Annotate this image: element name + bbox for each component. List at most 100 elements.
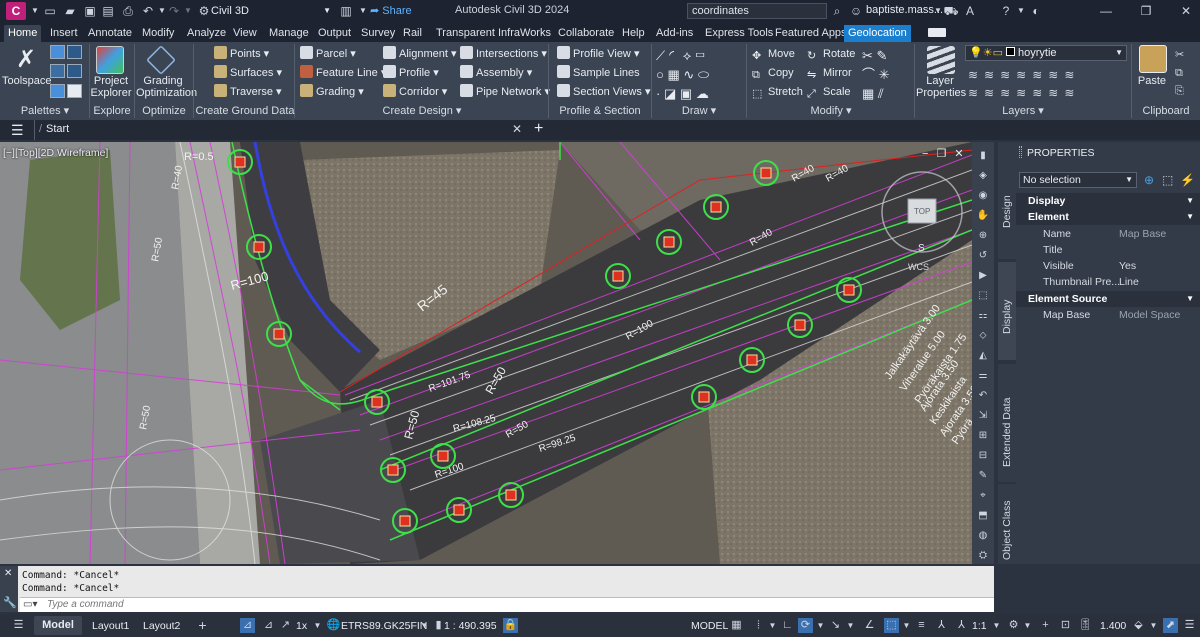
menu-icon[interactable]: ☰: [11, 122, 24, 139]
annotation-scale-icon[interactable]: ↗: [278, 618, 293, 633]
tab-collaborate[interactable]: Collaborate: [554, 25, 618, 42]
project-explorer-icon[interactable]: [96, 46, 124, 74]
palette-icon-6[interactable]: [67, 84, 82, 98]
clean-screen-icon[interactable]: ⬈: [1163, 618, 1178, 633]
units-icon[interactable]: ⊡: [1058, 618, 1073, 633]
quick-select-icon[interactable]: ⚡: [1180, 173, 1195, 187]
tab-annotate[interactable]: Annotate: [84, 25, 136, 42]
paste-button[interactable]: Paste: [1134, 75, 1170, 87]
scale-x-dropdown-icon[interactable]: ▼: [310, 618, 325, 633]
autodesk-app-icon[interactable]: A: [962, 3, 978, 19]
tab-layout1[interactable]: Layout1: [92, 618, 129, 634]
palette-icon-4[interactable]: [67, 64, 82, 78]
erase-icon[interactable]: ✎: [877, 48, 888, 63]
section-element-source[interactable]: Element Source ▼: [1016, 291, 1200, 307]
fillet-icon[interactable]: ⌒: [862, 67, 875, 82]
section-views-button[interactable]: Section Views ▾: [557, 84, 650, 100]
viewcube-wcs-label[interactable]: WCS: [908, 262, 929, 272]
toolbar-icon-3[interactable]: ⬦: [976, 330, 990, 342]
scale-x-dropdown[interactable]: 1x: [296, 618, 307, 634]
lineweight-value[interactable]: 1.400: [1100, 618, 1126, 634]
tab-rail[interactable]: Rail: [399, 25, 426, 42]
quick-properties-icon[interactable]: 🎚: [1078, 618, 1093, 633]
close-icon[interactable]: ✕: [1178, 3, 1194, 19]
group-modify[interactable]: Modify ▾: [748, 104, 914, 118]
logo-dropdown-icon[interactable]: ▼: [27, 3, 43, 19]
object-tracking-icon[interactable]: ∠: [862, 618, 877, 633]
drawing-viewport[interactable]: R=0.5 R=40 R=50 R=100 R=45 R=101.75 R=50…: [0, 142, 972, 564]
viewport-label[interactable]: [−][Top][2D Wireframe]: [3, 147, 108, 159]
toolbar-icon-13[interactable]: ◍: [976, 530, 990, 542]
toolbar-icon-9[interactable]: ⊟: [976, 450, 990, 462]
assembly-button[interactable]: Assembly ▾: [460, 65, 532, 81]
sample-lines-button[interactable]: Sample Lines: [557, 65, 640, 81]
palette-icon-3[interactable]: [50, 64, 65, 78]
tab-modify[interactable]: Modify: [138, 25, 178, 42]
boundary-icon[interactable]: ▣: [680, 86, 692, 101]
model-space-label[interactable]: MODEL: [691, 618, 728, 634]
select-objects-icon[interactable]: ⬚: [1162, 173, 1173, 187]
toolbar-icon-4[interactable]: ◭: [976, 350, 990, 362]
save-as-icon[interactable]: ▤: [100, 3, 116, 19]
workspace-switch-dropdown-icon[interactable]: ▼: [1020, 618, 1035, 633]
array-icon[interactable]: ▦: [862, 86, 874, 101]
scale-lock-icon[interactable]: 🔒: [503, 618, 518, 633]
line-icon[interactable]: ⟋: [656, 48, 665, 63]
layer-properties-button[interactable]: Layer Properties: [916, 75, 966, 99]
group-create-design[interactable]: Create Design ▾: [296, 104, 548, 118]
ribbon-options-icon[interactable]: [928, 28, 946, 37]
copy-clip-icon[interactable]: ⧉: [1175, 67, 1183, 79]
auto-scale-icon[interactable]: ⅄: [954, 618, 969, 633]
command-settings-icon[interactable]: 🔧: [3, 596, 17, 609]
arc-icon[interactable]: ◜: [669, 48, 679, 63]
explode-icon[interactable]: ✳: [879, 67, 890, 82]
profile-button[interactable]: Profile ▾: [383, 65, 439, 81]
workspace-selector[interactable]: Civil 3D ▼: [211, 3, 333, 19]
nav-cube-icon[interactable]: ◈: [976, 170, 990, 182]
grading-optimization-button[interactable]: Grading Optimization: [136, 75, 197, 99]
polar-icon[interactable]: ⟳: [798, 618, 813, 633]
side-tab-design[interactable]: Design: [998, 142, 1016, 260]
user-icon[interactable]: ☺: [848, 3, 864, 19]
zoom-icon[interactable]: ⊕: [976, 230, 990, 242]
tab-help[interactable]: Help: [618, 25, 649, 42]
viewport-minimize-icon[interactable]: −: [922, 148, 936, 160]
file-tab-start[interactable]: / Start ✕: [34, 120, 528, 140]
grading-button[interactable]: Grading ▾: [300, 84, 364, 100]
tab-home[interactable]: Home: [4, 25, 42, 42]
drawing-scale[interactable]: 1 : 490.395: [444, 618, 497, 634]
palette-grip-icon[interactable]: [1019, 146, 1022, 158]
palette-icon-1[interactable]: [50, 45, 65, 59]
pipe-network-button[interactable]: Pipe Network ▾: [460, 84, 550, 100]
share-button[interactable]: ➦ Share: [370, 3, 412, 19]
group-layers[interactable]: Layers ▾: [916, 104, 1130, 118]
toolbar-icon-10[interactable]: ✎: [976, 470, 990, 482]
stretch-button[interactable]: ⬚ Stretch: [752, 84, 803, 100]
more-tools-dropdown-icon[interactable]: ▼: [355, 3, 371, 19]
isolate-dropdown-icon[interactable]: ▼: [1146, 618, 1161, 633]
trim-icon[interactable]: ✂: [862, 48, 873, 63]
ratio-dropdown-icon[interactable]: ▼: [989, 618, 1004, 633]
paste-icon[interactable]: [1139, 45, 1167, 73]
print-icon[interactable]: ⎙: [120, 3, 136, 19]
command-input[interactable]: ▭▾ Type a command: [20, 597, 994, 612]
intersections-button[interactable]: Intersections ▾: [460, 46, 547, 62]
tab-transparent[interactable]: Transparent: [432, 25, 499, 42]
property-row[interactable]: Title: [1016, 242, 1200, 258]
toolbar-icon-8[interactable]: ⊞: [976, 430, 990, 442]
viewport-close-icon[interactable]: ✕: [954, 148, 971, 160]
lineweight-icon[interactable]: ≡: [914, 618, 929, 633]
move-button[interactable]: ✥ Move: [752, 46, 795, 62]
navbar-menu-icon[interactable]: ▮: [976, 150, 990, 162]
toolbar-icon-5[interactable]: ⚌: [976, 370, 990, 382]
corridor-button[interactable]: Corridor ▾: [383, 84, 447, 100]
tab-survey[interactable]: Survey: [357, 25, 399, 42]
polar-dropdown-icon[interactable]: ▼: [813, 618, 828, 633]
tab-featured-apps[interactable]: Featured Apps: [771, 25, 851, 42]
workspace-switch-icon[interactable]: ⚙: [1006, 618, 1021, 633]
tab-layout2[interactable]: Layout2: [143, 618, 180, 634]
property-row[interactable]: Thumbnail Pre... Line: [1016, 274, 1200, 290]
model-space-icon[interactable]: ⊿: [240, 618, 255, 633]
parcel-button[interactable]: Parcel ▾: [300, 46, 356, 62]
mirror-button[interactable]: ⇋ Mirror: [807, 65, 852, 81]
